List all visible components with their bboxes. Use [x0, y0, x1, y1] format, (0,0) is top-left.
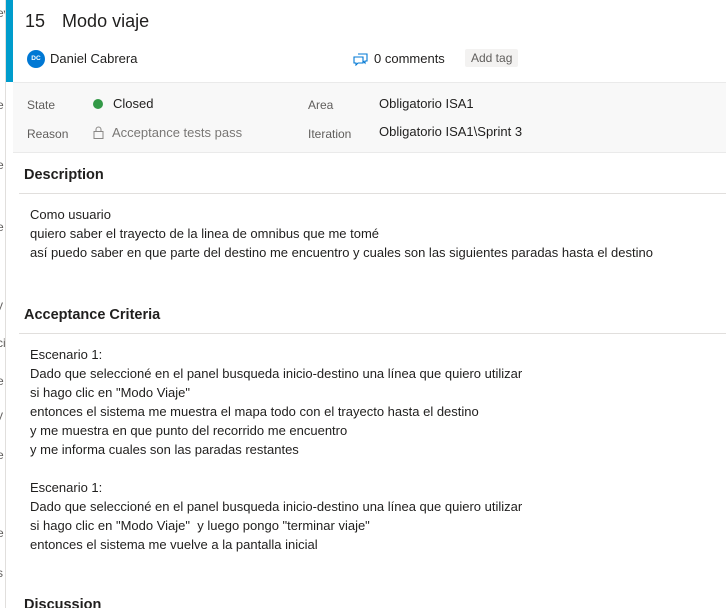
description-field[interactable]: Como usuario quiero saber el trayecto de …	[30, 206, 653, 263]
state-label: State	[27, 98, 56, 112]
left-strip-text: e	[0, 448, 4, 462]
work-item-type-color-bar	[6, 0, 13, 82]
state-dot-icon	[93, 99, 103, 109]
assigned-to[interactable]: Daniel Cabrera	[50, 51, 137, 66]
criteria-line: Dado que seleccioné en el panel busqueda…	[30, 365, 523, 381]
criteria-line: entonces el sistema me vuelve a la panta…	[30, 536, 318, 552]
state-field[interactable]: Closed	[93, 96, 153, 111]
left-strip-text: ci	[0, 336, 6, 350]
area-field[interactable]: Obligatorio ISA1	[379, 96, 474, 111]
criteria-line: si hago clic en "Modo Viaje" y luego pon…	[30, 517, 370, 533]
work-item-meta: DC Daniel Cabrera 0 comments Add tag	[27, 49, 717, 70]
work-item-header: 15 Modo viaje DC Daniel Cabrera 0 commen…	[13, 0, 726, 82]
left-panel-edge: ev e e e y ci e y e e s	[0, 0, 6, 608]
reason-field: Acceptance tests pass	[93, 125, 242, 140]
comments-count: 0 comments	[374, 51, 445, 66]
left-strip-text: e	[0, 220, 4, 234]
acceptance-divider	[19, 333, 726, 334]
area-label: Area	[308, 98, 334, 112]
criteria-line: y me muestra en que punto del recorrido …	[30, 422, 348, 438]
description-heading[interactable]: Description	[24, 167, 104, 183]
acceptance-criteria-heading[interactable]: Acceptance Criteria	[24, 307, 160, 323]
avatar: DC	[27, 50, 45, 68]
left-strip-text: e	[0, 98, 4, 112]
work-item-title[interactable]: Modo viaje	[62, 11, 149, 31]
criteria-line: Dado que seleccioné en el panel busqueda…	[30, 498, 523, 514]
reason-value: Acceptance tests pass	[112, 125, 243, 140]
lock-icon	[93, 126, 104, 139]
criteria-line: Escenario 1:	[30, 480, 103, 495]
acceptance-criteria-scenario-2[interactable]: Escenario 1: Dado que seleccioné en el pa…	[30, 479, 522, 555]
description-line: quiero saber el trayecto de la linea de …	[30, 225, 380, 241]
work-item-fields: State Closed Reason Acceptance tests pas…	[13, 82, 726, 153]
criteria-line: Escenario 1:	[30, 347, 103, 362]
left-strip-text: s	[0, 566, 3, 580]
add-tag-button[interactable]: Add tag	[465, 49, 519, 67]
comments-link[interactable]: 0 comments	[353, 51, 445, 67]
description-divider	[19, 193, 726, 194]
iteration-label: Iteration	[308, 127, 352, 141]
criteria-line: y me informa cuales son las paradas rest…	[30, 441, 299, 457]
work-item-id: 15	[25, 11, 46, 31]
discussion-heading[interactable]: Discussion	[24, 597, 101, 608]
criteria-line: si hago clic en "Modo Viaje"	[30, 384, 191, 400]
comment-icon	[353, 53, 368, 67]
left-strip-text: y	[0, 298, 3, 312]
left-strip-text: e	[0, 158, 4, 172]
iteration-field[interactable]: Obligatorio ISA1\Sprint 3	[379, 124, 522, 139]
left-strip-text: e	[0, 374, 4, 388]
description-line: Como usuario	[30, 207, 111, 222]
left-strip-text: e	[0, 526, 4, 540]
description-line: así puedo saber en que parte del destino…	[30, 244, 653, 260]
acceptance-criteria-field[interactable]: Escenario 1: Dado que seleccioné en el pa…	[30, 346, 522, 459]
criteria-line: entonces el sistema me muestra el mapa t…	[30, 403, 479, 419]
work-item-title-row: 15 Modo viaje	[25, 11, 149, 32]
reason-label: Reason	[27, 127, 69, 141]
left-strip-text: y	[0, 408, 3, 422]
state-value: Closed	[113, 96, 154, 111]
